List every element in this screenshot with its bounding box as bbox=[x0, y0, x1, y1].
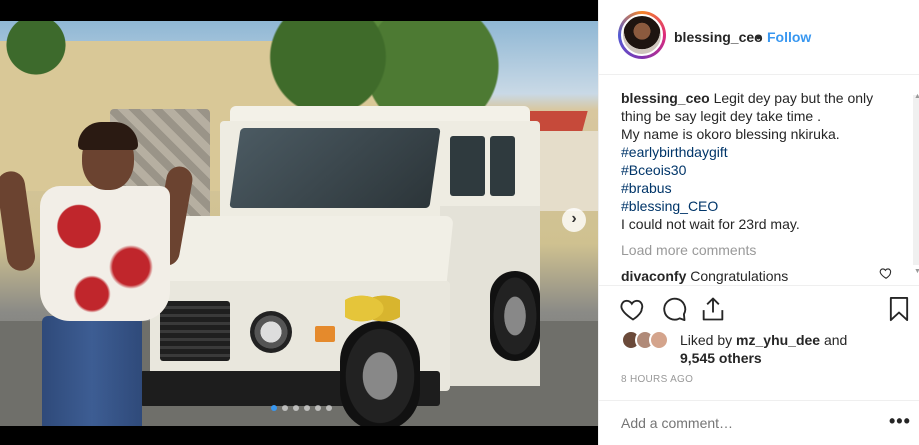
post-panel: blessing_ceo • Follow ▲ ▼ blessing_ceo L… bbox=[598, 0, 919, 445]
post-photo[interactable] bbox=[0, 21, 598, 426]
story-ring[interactable] bbox=[618, 11, 666, 59]
carousel-dot[interactable] bbox=[304, 405, 310, 411]
caption-text: I could not wait for 23rd may. bbox=[621, 216, 800, 232]
bookmark-icon[interactable] bbox=[885, 295, 913, 323]
add-comment-input[interactable] bbox=[621, 415, 871, 431]
photo-house bbox=[530, 131, 598, 211]
hashtag-link[interactable]: #brabus bbox=[621, 179, 901, 197]
car-wheel bbox=[490, 271, 540, 361]
caption-text: Legit dey pay but the only bbox=[713, 90, 874, 106]
photo-trees bbox=[250, 21, 510, 111]
car-wheel bbox=[340, 321, 420, 426]
likes-and: and bbox=[823, 332, 848, 348]
comment-icon[interactable] bbox=[660, 295, 688, 323]
carousel-dots bbox=[271, 405, 332, 411]
car-headlight bbox=[250, 311, 292, 353]
comment-username[interactable]: divaconfy bbox=[621, 268, 686, 284]
carousel-dot[interactable] bbox=[315, 405, 321, 411]
heart-icon[interactable] bbox=[619, 295, 647, 323]
add-comment-bar: ••• bbox=[599, 400, 919, 445]
likes-prefix: Liked by bbox=[680, 332, 733, 348]
comment-text: Congratulations bbox=[690, 268, 789, 284]
header-username[interactable]: blessing_ceo bbox=[674, 29, 763, 45]
comments-scrollbar[interactable] bbox=[913, 95, 919, 265]
header-separator: • bbox=[756, 29, 761, 45]
gift-bow bbox=[345, 286, 400, 331]
comment-like-heart-icon[interactable] bbox=[879, 266, 893, 280]
post-header: blessing_ceo • Follow bbox=[599, 0, 919, 75]
likes-count[interactable]: 9,545 others bbox=[680, 350, 762, 366]
carousel-dot[interactable] bbox=[271, 405, 277, 411]
carousel-dot[interactable] bbox=[326, 405, 332, 411]
load-more-comments-button[interactable]: Load more comments bbox=[621, 242, 756, 258]
photo-car bbox=[140, 106, 540, 426]
carousel-next-button[interactable]: › bbox=[562, 208, 586, 232]
photo-tree-left bbox=[0, 21, 90, 81]
comment-row: divaconfy Congratulations bbox=[621, 268, 788, 284]
car-grille bbox=[160, 301, 230, 361]
action-bar bbox=[599, 285, 919, 330]
caption-username[interactable]: blessing_ceo bbox=[621, 90, 710, 106]
post-timestamp[interactable]: 8 HOURS AGO bbox=[621, 374, 693, 385]
car-hood bbox=[146, 216, 454, 286]
likes-summary: Liked by mz_yhu_dee and 9,545 others bbox=[680, 331, 910, 367]
carousel-dot[interactable] bbox=[293, 405, 299, 411]
hashtag-link[interactable]: #blessing_CEO bbox=[621, 197, 901, 215]
avatar[interactable] bbox=[621, 14, 663, 56]
more-options-icon[interactable]: ••• bbox=[889, 411, 911, 432]
caption: blessing_ceo Legit dey pay but the only … bbox=[621, 89, 901, 233]
photo-woman bbox=[0, 122, 195, 426]
liked-by-avatars[interactable] bbox=[621, 330, 677, 352]
carousel-dot[interactable] bbox=[282, 405, 288, 411]
liked-by-username[interactable]: mz_yhu_dee bbox=[736, 332, 820, 348]
post-media: › bbox=[0, 0, 598, 445]
follow-button[interactable]: Follow bbox=[767, 29, 811, 45]
scroll-down-icon[interactable]: ▼ bbox=[914, 268, 919, 275]
hashtag-link[interactable]: #earlybirthdaygift bbox=[621, 143, 901, 161]
scroll-up-icon[interactable]: ▲ bbox=[914, 93, 919, 100]
avatar bbox=[649, 330, 669, 350]
car-windshield bbox=[229, 128, 441, 208]
hashtag-link[interactable]: #Bceois30 bbox=[621, 161, 901, 179]
caption-text: thing be say legit dey take time . bbox=[621, 108, 821, 124]
share-icon[interactable] bbox=[699, 295, 727, 323]
caption-text: My name is okoro blessing nkiruka. bbox=[621, 126, 840, 142]
